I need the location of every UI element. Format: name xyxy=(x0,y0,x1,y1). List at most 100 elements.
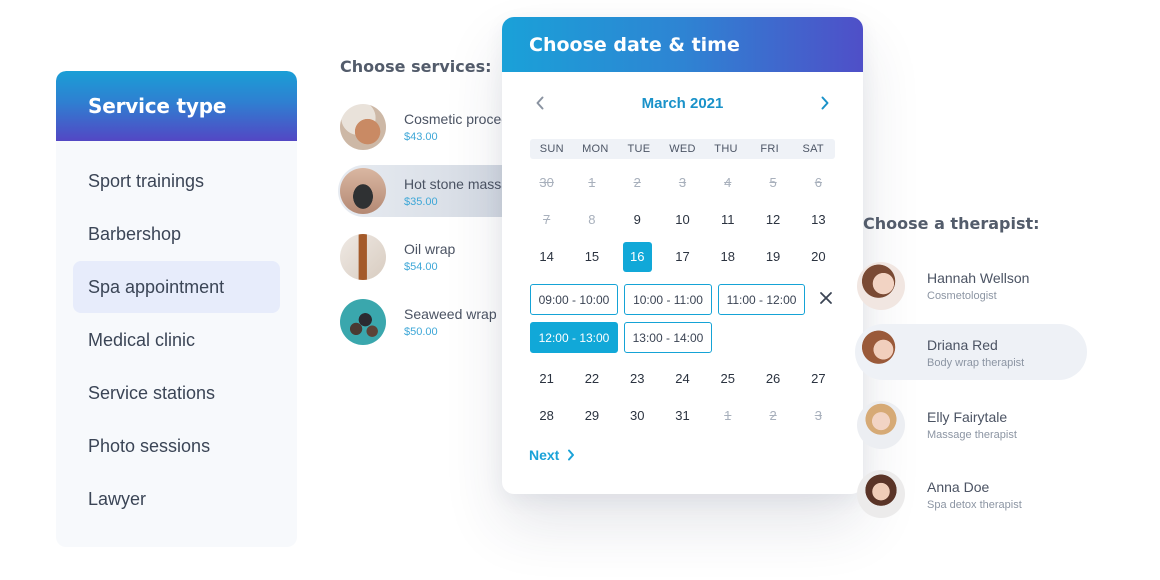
calendar-day[interactable]: 12 xyxy=(750,205,795,235)
weekday-label: TUE xyxy=(627,143,651,155)
calendar-week: 7 8 9 10 11 12 13 xyxy=(524,201,841,238)
calendar-day[interactable]: 8 xyxy=(569,205,614,235)
calendar-day-number: 25 xyxy=(720,370,736,386)
calendar-day[interactable]: 14 xyxy=(524,242,569,272)
calendar-day: 7 xyxy=(524,205,569,235)
service-item[interactable]: Hot stone massage $35.00 xyxy=(338,165,508,217)
therapist-role: Body wrap therapist xyxy=(927,356,1025,369)
weekday-label: SAT xyxy=(802,143,824,155)
calendar-day: 30 xyxy=(524,168,569,198)
date-time-header: Choose date & time xyxy=(502,17,863,72)
calendar-day-number: 9 xyxy=(633,211,641,227)
service-price: $35.00 xyxy=(404,195,438,208)
calendar-day-number: 29 xyxy=(584,407,600,423)
calendar-day[interactable]: 15 xyxy=(569,242,614,272)
therapist-item[interactable]: Elly Fairytale Massage therapist xyxy=(855,390,1087,460)
therapist-name: Anna Doe xyxy=(927,478,990,495)
calendar-day-number: 22 xyxy=(584,370,600,386)
calendar-day[interactable]: 9 xyxy=(615,205,660,235)
calendar-day-number: 30 xyxy=(539,174,554,190)
therapist-item[interactable]: Driana Red Body wrap therapist xyxy=(855,324,1087,380)
service-type-item-sport-trainings[interactable]: Sport trainings xyxy=(73,155,280,207)
calendar-day[interactable]: 24 xyxy=(660,364,705,394)
oil-bottle-photo-icon xyxy=(340,233,386,280)
time-slot[interactable]: 09:00 - 10:00 xyxy=(530,284,618,315)
calendar-day: 2 xyxy=(615,168,660,198)
calendar-day[interactable]: 25 xyxy=(705,364,750,394)
calendar-day[interactable]: 31 xyxy=(660,401,705,431)
weekday-label: MON xyxy=(582,143,609,155)
calendar-day-number: 15 xyxy=(584,248,600,264)
calendar-day[interactable]: 10 xyxy=(660,205,705,235)
hot-stone-photo-icon xyxy=(340,168,386,214)
therapist-item[interactable]: Anna Doe Spa detox therapist xyxy=(855,460,1087,530)
service-type-item-spa-appointment[interactable]: Spa appointment xyxy=(73,261,280,313)
calendar-day[interactable]: 26 xyxy=(750,364,795,394)
service-item[interactable]: Oil wrap $54.00 xyxy=(338,224,508,289)
time-slot-selected[interactable]: 12:00 - 13:00 xyxy=(530,322,618,353)
calendar-day-number: 24 xyxy=(675,370,690,386)
calendar-day[interactable]: 22 xyxy=(569,364,614,394)
calendar-week: 28 29 30 31 1 2 3 xyxy=(524,397,841,434)
next-button[interactable]: Next xyxy=(529,447,575,463)
weekday-label: WED xyxy=(669,143,696,155)
time-slot[interactable]: 13:00 - 14:00 xyxy=(624,322,712,353)
calendar-day: 4 xyxy=(705,168,750,198)
calendar-day-selected[interactable]: 16 xyxy=(615,241,660,272)
service-type-item-photo-sessions[interactable]: Photo sessions xyxy=(73,420,280,472)
calendar-day[interactable]: 21 xyxy=(524,364,569,394)
calendar-day: 3 xyxy=(796,401,841,431)
calendar-week: 14 15 16 17 18 19 20 xyxy=(524,238,841,275)
calendar-day-number: 7 xyxy=(543,211,551,227)
time-slot[interactable]: 11:00 - 12:00 xyxy=(718,284,805,315)
calendar-day: 1 xyxy=(569,168,614,198)
close-icon xyxy=(820,292,832,304)
calendar-day-number: 27 xyxy=(811,370,826,386)
calendar-day-number: 11 xyxy=(721,211,735,227)
calendar-day-number: 26 xyxy=(765,370,781,386)
service-type-panel: Service type Sport trainings Barbershop … xyxy=(56,71,297,547)
therapist-item[interactable]: Hannah Wellson Cosmetologist xyxy=(855,251,1087,321)
calendar-day[interactable]: 27 xyxy=(796,364,841,394)
calendar-day-number: 10 xyxy=(675,211,690,227)
calendar-day[interactable]: 29 xyxy=(569,401,614,431)
chevron-left-icon xyxy=(536,96,544,110)
calendar-weeks-bottom: 21 22 23 24 25 26 27 28 29 30 31 1 2 3 xyxy=(502,360,863,434)
calendar-day-number: 12 xyxy=(765,211,781,227)
service-type-item-barbershop[interactable]: Barbershop xyxy=(73,208,280,260)
avatar xyxy=(857,328,905,376)
prev-month-button[interactable] xyxy=(530,93,550,113)
service-type-item-medical-clinic[interactable]: Medical clinic xyxy=(73,314,280,366)
calendar-day: 6 xyxy=(796,168,841,198)
services-list: Cosmetic procedure $43.00 Hot stone mass… xyxy=(338,94,508,354)
service-price: $50.00 xyxy=(404,326,438,338)
calendar-day-number: 4 xyxy=(724,174,732,190)
date-time-card: Choose date & time March 2021 SUN MON TU… xyxy=(502,17,863,494)
time-slot[interactable]: 10:00 - 11:00 xyxy=(624,284,712,315)
calendar-day-number: 1 xyxy=(588,174,596,190)
calendar-day[interactable]: 13 xyxy=(796,205,841,235)
calendar-day-number: 20 xyxy=(811,248,826,264)
calendar-day-number: 14 xyxy=(539,248,554,264)
close-time-slots-button[interactable] xyxy=(819,291,835,307)
seaweed-photo-icon xyxy=(340,298,386,345)
chevron-right-icon xyxy=(568,449,575,461)
calendar-day[interactable]: 19 xyxy=(750,242,795,272)
therapist-name: Driana Red xyxy=(927,336,998,353)
service-item[interactable]: Cosmetic procedure $43.00 xyxy=(338,94,508,159)
calendar-day[interactable]: 18 xyxy=(705,242,750,272)
calendar-day-number: 30 xyxy=(629,407,645,423)
calendar-day[interactable]: 17 xyxy=(660,242,705,272)
service-type-item-service-stations[interactable]: Service stations xyxy=(73,367,280,419)
weekday-label: THU xyxy=(714,143,738,155)
calendar-day[interactable]: 28 xyxy=(524,401,569,431)
therapist-name: Hannah Wellson xyxy=(927,270,1030,287)
next-month-button[interactable] xyxy=(815,93,835,113)
calendar-day[interactable]: 20 xyxy=(796,242,841,272)
service-item[interactable]: Seaweed wrap $50.00 xyxy=(338,289,508,354)
calendar-day[interactable]: 11 xyxy=(705,205,750,235)
calendar-day[interactable]: 30 xyxy=(615,401,660,431)
service-type-item-lawyer[interactable]: Lawyer xyxy=(73,473,280,525)
calendar-day[interactable]: 23 xyxy=(615,364,660,394)
therapist-role: Spa detox therapist xyxy=(927,498,1022,511)
